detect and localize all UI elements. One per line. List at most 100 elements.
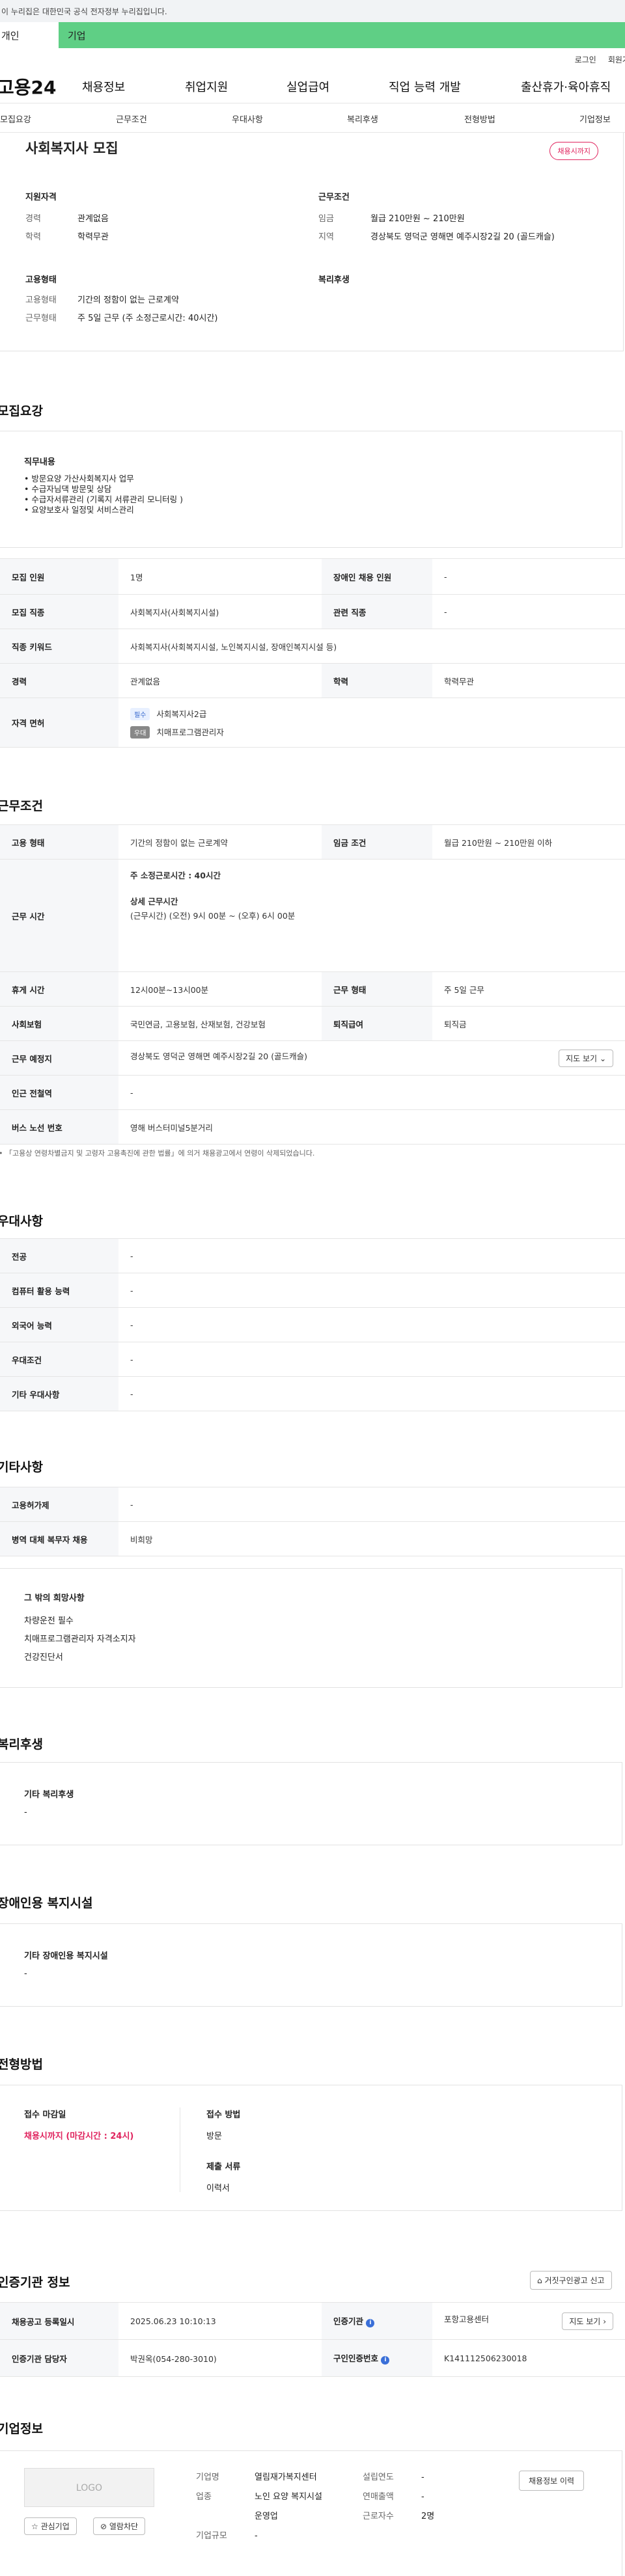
table-key: 모집 직종 xyxy=(0,594,118,629)
work-heading: 근무조건 xyxy=(318,193,350,202)
job-history-button[interactable]: 채용정보 이력 xyxy=(519,2471,585,2491)
disab-heading: 기타 장애인용 복지시설 xyxy=(24,1951,108,1961)
tab-company[interactable]: 기업 xyxy=(59,22,86,48)
method-value: 방문 xyxy=(206,2132,222,2141)
subnav-welfare[interactable]: 복리후생 xyxy=(347,113,378,125)
wage-value: 월급 210만원 ~ 210만원 xyxy=(370,214,465,224)
table-key: 직종 키워드 xyxy=(0,629,118,664)
table-key: 전공 xyxy=(0,1238,118,1273)
table-value: 기간의 정함이 없는 근로계약 xyxy=(118,824,322,860)
license-name: 사회복지사2급 xyxy=(156,709,207,719)
favorite-company-button[interactable]: ☆ 관심기업 xyxy=(24,2517,77,2535)
block-company-button[interactable]: ⊘ 열람차단 xyxy=(93,2517,146,2535)
top-tabs: 개인 기업 xyxy=(0,22,625,48)
global-nav: 고용24 채용정보 취업지원 실업급여 직업 능력 개발 출산휴가·육아휴직 xyxy=(0,70,625,103)
disab-value: - xyxy=(24,1969,27,1979)
industry-key: 업종 xyxy=(196,2492,212,2502)
table-value: 영해 버스터미널5분거리 xyxy=(118,1109,625,1145)
license-cell: 필수 사회복지사2급 우대 치매프로그램관리자 xyxy=(118,698,625,748)
subnav-process[interactable]: 전형방법 xyxy=(464,113,495,125)
deadline-heading: 접수 마감일 xyxy=(24,2110,66,2120)
table-key: 기타 우대사항 xyxy=(0,1376,118,1411)
hope-item: 치매프로그램관리자 자격소지자 xyxy=(24,1634,136,1644)
work-table: 고용 형태 기간의 정함이 없는 근로계약 임금 조건 월급 210만원 ~ 210만… xyxy=(0,824,625,1145)
cert-org-cell: 포항고용센터 지도 보기 › xyxy=(432,2302,625,2340)
place-value: 경상북도 영덕군 영해면 예주시장2길 20 (골드캐슬) xyxy=(130,1051,307,1061)
wage-key: 임금 xyxy=(318,214,334,224)
cert-title: 인증기관 정보 xyxy=(0,2275,70,2290)
duty-item: • 수급자서류관리 (기록지 서류관리 모니터링 ) xyxy=(24,495,183,504)
req-heading: 지원자격 xyxy=(25,193,57,202)
welfare-heading: 복리후생 xyxy=(318,275,350,285)
table-key: 고용허가제 xyxy=(0,1487,118,1522)
welfare-value: - xyxy=(24,1808,27,1817)
subnav-work[interactable]: 근무조건 xyxy=(116,113,147,125)
hope-item: 차량운전 필수 xyxy=(24,1616,74,1626)
table-value: 비희망 xyxy=(118,1521,625,1556)
table-value: 2025.06.23 10:10:13 xyxy=(118,2302,322,2340)
hope-card: 그 밖의 희망사항 차량운전 필수 치매프로그램관리자 자격소지자 건강진단서 xyxy=(0,1568,622,1688)
table-key: 휴게 시간 xyxy=(0,971,118,1007)
etc-table: 고용허가제 - 병역 대체 복무자 채용 비희망 xyxy=(0,1487,625,1556)
join-link[interactable]: 회원가입 xyxy=(608,54,625,65)
hope-item: 건강진단서 xyxy=(24,1653,63,1662)
process-title: 전형방법 xyxy=(0,2057,43,2072)
table-key: 근무 형태 xyxy=(322,971,432,1007)
career-value: 관계없음 xyxy=(77,214,109,224)
map-button[interactable]: 지도 보기 ⌄ xyxy=(559,1049,613,1067)
tab-person[interactable]: 개인 xyxy=(0,22,59,48)
gnb-item-training[interactable]: 직업 능력 개발 xyxy=(389,78,461,95)
cert-map-label: 지도 보기 xyxy=(569,2316,601,2326)
table-key: 장애인 채용 인원 xyxy=(322,558,432,595)
info-icon[interactable]: i xyxy=(381,2356,390,2365)
info-icon[interactable]: i xyxy=(366,2319,375,2327)
table-value: 1명 xyxy=(118,558,322,595)
table-key: 임금 조건 xyxy=(322,824,432,860)
gnb-item-support[interactable]: 취업지원 xyxy=(185,78,228,95)
table-value: 학력무관 xyxy=(432,663,625,698)
duty-item: • 요양보호사 일정및 서비스관리 xyxy=(24,505,134,515)
gnb-item-jobs[interactable]: 채용정보 xyxy=(82,78,125,95)
table-key: 자격 면허 xyxy=(0,698,118,748)
cert-map-button[interactable]: 지도 보기 › xyxy=(562,2312,613,2330)
license-tag: 우대 xyxy=(130,725,150,739)
loc-key: 지역 xyxy=(318,232,334,242)
sales-value: - xyxy=(421,2492,424,2502)
gnb-item-leave[interactable]: 출산휴가·육아휴직 xyxy=(521,78,611,95)
hope-heading: 그 밖의 희망사항 xyxy=(24,1593,85,1603)
chevron-right-icon: › xyxy=(603,2316,606,2326)
welfare-card: 기타 복리후생 - xyxy=(0,1762,622,1845)
report-button[interactable]: ⌂ 거짓구인광고 신고 xyxy=(530,2271,612,2290)
company-logo: LOGO xyxy=(24,2468,154,2507)
site-logo[interactable]: 고용24 xyxy=(0,74,57,100)
docs-value: 이력서 xyxy=(206,2184,230,2193)
gnb-item-unemployment[interactable]: 실업급여 xyxy=(286,78,329,95)
etc-title: 기타사항 xyxy=(0,1460,43,1474)
table-value: 국민연금, 고용보험, 산재보험, 건강보험 xyxy=(118,1006,322,1041)
subnav-recruit[interactable]: 모집요강 xyxy=(0,113,31,125)
emp-key: 고용형태 xyxy=(25,295,57,305)
worktype-key: 근무형태 xyxy=(25,314,57,323)
recruit-title: 모집요강 xyxy=(0,404,43,418)
detail-hours-heading: 상세 근무시간 xyxy=(130,897,178,906)
table-value: - xyxy=(432,594,625,629)
company-card: LOGO ☆ 관심기업 ⊘ 열람차단 기업명 열림재가복지센터 업종 노인 요양 복… xyxy=(0,2450,622,2576)
page-title: 사회복지사 모집 xyxy=(25,141,118,156)
docs-heading: 제출 서류 xyxy=(206,2162,241,2172)
age-note-text: 「고용상 연령차별금지 및 고령자 고용촉진에 관한 법률」에 의거 채용광고에… xyxy=(5,1149,315,1158)
loc-value: 경상북도 영덕군 영해면 예주시장2길 20 (골드캐슬) xyxy=(370,232,555,242)
login-link[interactable]: 로그인 xyxy=(575,54,596,65)
size-value: - xyxy=(255,2531,258,2541)
table-value: - xyxy=(432,558,625,595)
subnav-company[interactable]: 기업정보 xyxy=(579,113,611,125)
weekly-hours: 주 소정근로시간 : 40시간 xyxy=(130,871,221,880)
time-cell: 주 소정근로시간 : 40시간 상세 근무시간 (근무시간) (오전) 9시 0… xyxy=(118,859,625,972)
summary-card: 사회복지사 모집 채용시까지 지원자격 경력 관계없음 학력 학력무관 고용형태 고… xyxy=(0,133,624,351)
block-icon: ⊘ xyxy=(100,2522,107,2531)
subnav-pref[interactable]: 우대사항 xyxy=(232,113,263,125)
report-button-label: 거짓구인광고 신고 xyxy=(544,2276,605,2285)
table-key: 관련 직종 xyxy=(322,594,432,629)
cert-no-key: 구인인증번호 xyxy=(333,2353,379,2363)
gov-banner: 이 누리집은 대한민국 공식 전자정부 누리집입니다. xyxy=(0,0,625,22)
table-value: 관계없음 xyxy=(118,663,322,698)
